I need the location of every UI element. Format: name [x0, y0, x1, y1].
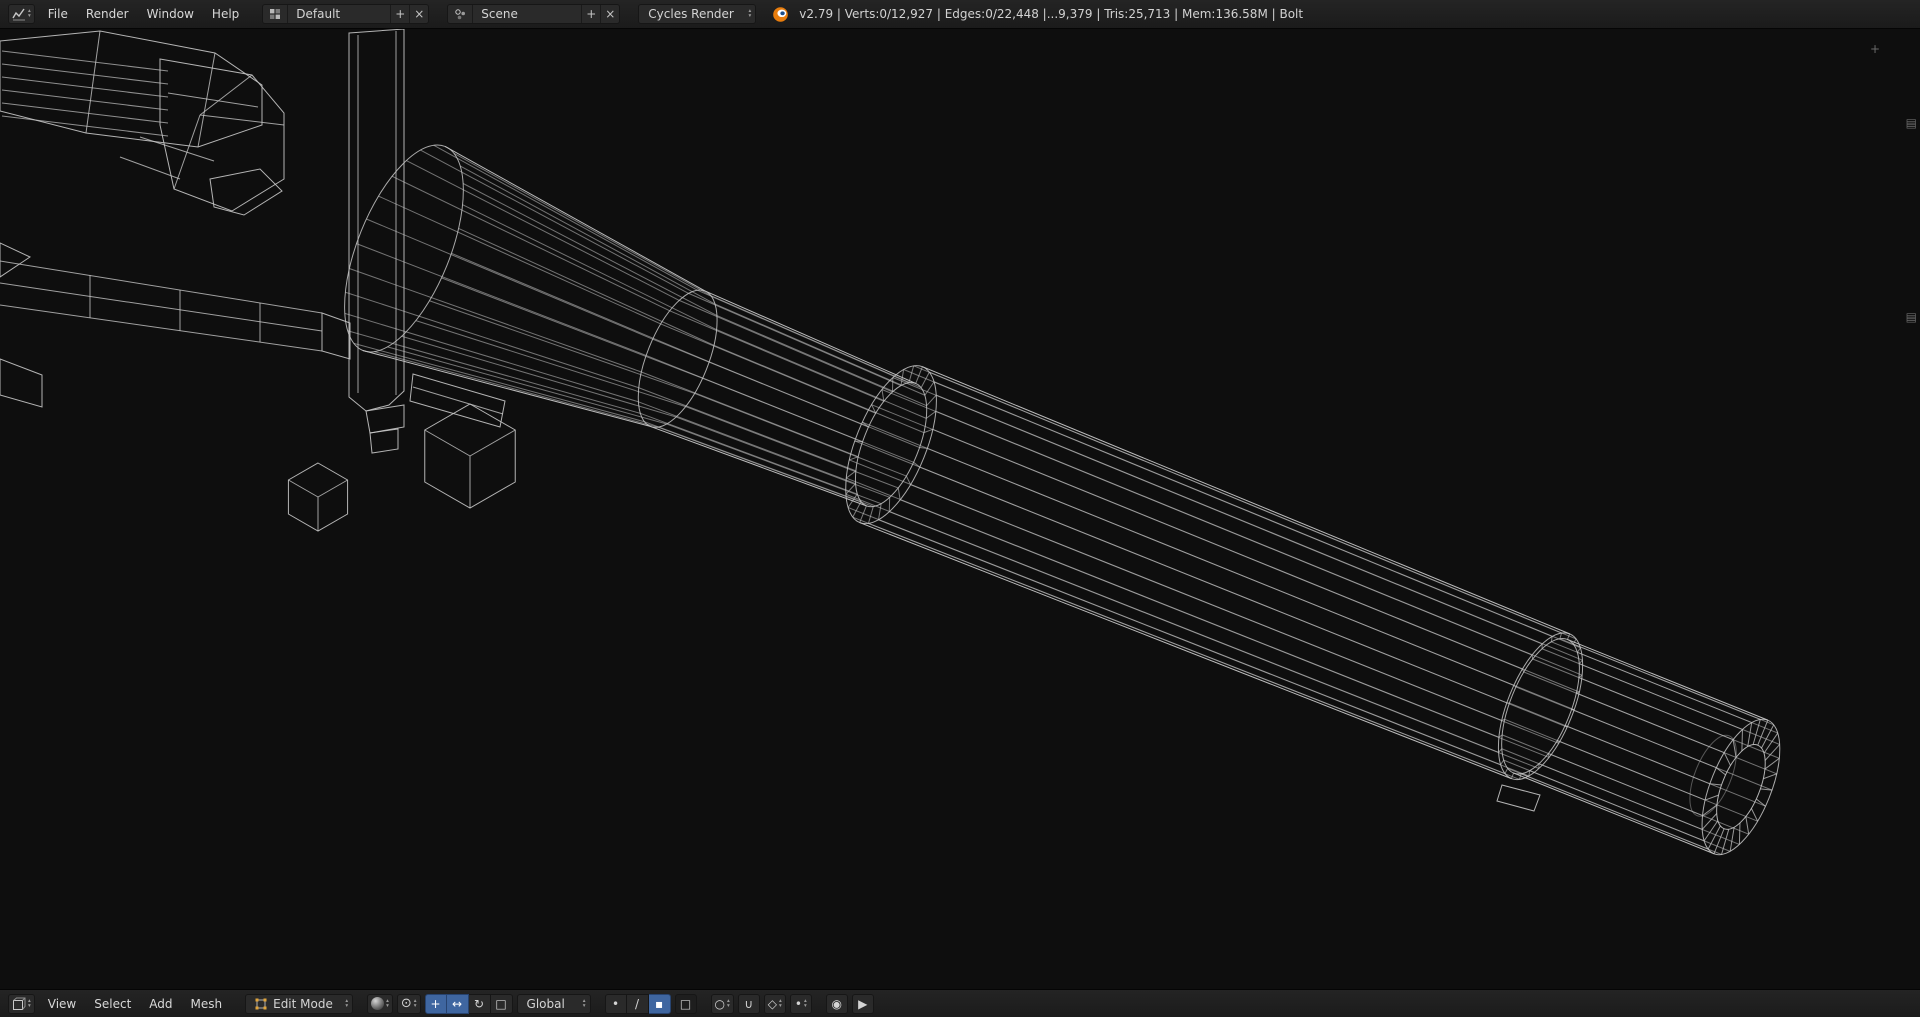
mode-value: Edit Mode	[273, 996, 333, 1011]
transform-orientation-select[interactable]: Global	[516, 993, 591, 1014]
delete-screen-layout-button[interactable]: ×	[409, 5, 428, 23]
render-anim-icon: ▶	[858, 996, 868, 1011]
viewport-3d[interactable]: + ▤ ▤	[0, 29, 1920, 989]
pivot-icon: ⊙	[400, 996, 412, 1011]
mode-stepper	[345, 999, 348, 1009]
render-engine-value: Cycles Render	[648, 7, 734, 21]
face-icon: ▪	[654, 996, 664, 1011]
screen-layout-browse-button[interactable]	[263, 5, 289, 23]
info-header: File Render Window Help Default + ×	[0, 0, 1920, 29]
view3d-editor-icon	[13, 997, 26, 1010]
edge-select-button[interactable]: /	[626, 993, 649, 1014]
shading-stepper	[386, 999, 389, 1009]
snap-element-icon: ◇	[767, 996, 778, 1011]
scene-statistics: v2.79 | Verts:0/12,927 | Edges:0/22,448 …	[799, 7, 1304, 21]
scene-browse-button[interactable]	[448, 5, 474, 23]
face-select-button[interactable]: ▪	[648, 993, 671, 1014]
scene-name[interactable]: Scene	[473, 5, 581, 23]
translate-manipulator-button[interactable]: ↔	[446, 993, 469, 1014]
hand-icon: +	[430, 996, 441, 1011]
magnet-icon: ∪	[744, 996, 754, 1011]
blender-window: File Render Window Help Default + ×	[0, 0, 1920, 1017]
properties-region-tab-icon[interactable]: ▤	[1906, 117, 1917, 129]
menu-view[interactable]: View	[39, 995, 85, 1013]
snap-element-stepper	[779, 999, 782, 1009]
limit-selection-visible-button[interactable]: □	[674, 993, 697, 1014]
wireframe-mesh	[0, 29, 1781, 856]
add-screen-layout-button[interactable]: +	[390, 5, 409, 23]
scale-icon: □	[495, 996, 507, 1011]
snap-target-button[interactable]: •	[789, 993, 812, 1014]
menu-mesh[interactable]: Mesh	[182, 995, 232, 1013]
viewport-shading-button[interactable]	[367, 993, 393, 1014]
editor-type-button[interactable]	[8, 4, 35, 24]
proportional-icon: ○	[714, 996, 726, 1011]
vertex-icon: •	[612, 996, 620, 1011]
info-editor-icon	[12, 8, 25, 21]
menu-window[interactable]: Window	[138, 5, 203, 23]
proportional-stepper	[727, 999, 730, 1009]
delete-scene-button[interactable]: ×	[600, 5, 619, 23]
occlude-icon: □	[679, 996, 692, 1011]
pivot-stepper	[414, 999, 417, 1009]
menu-file[interactable]: File	[39, 5, 77, 23]
editor-type-stepper	[28, 999, 31, 1009]
collapsed-panel-icon[interactable]: ▤	[1906, 311, 1917, 323]
scene-selector: Scene + ×	[447, 4, 621, 24]
snap-toggle-button[interactable]: ∪	[737, 993, 760, 1014]
manipulator-group: + ↔ ↻ □	[424, 993, 513, 1014]
edit-mode-icon	[255, 998, 267, 1009]
editor-type-button-3dview[interactable]	[8, 993, 35, 1014]
screen-layout-selector: Default + ×	[262, 4, 430, 24]
view3d-menubar: View Select Add Mesh	[39, 995, 231, 1013]
pivot-point-button[interactable]: ⊙	[396, 993, 421, 1014]
scale-manipulator-button[interactable]: □	[490, 993, 513, 1014]
mode-select[interactable]: Edit Mode	[245, 993, 354, 1014]
screen-layout-name[interactable]: Default	[288, 5, 390, 23]
opengl-render-anim-button[interactable]: ▶	[851, 993, 874, 1014]
menu-select[interactable]: Select	[85, 995, 140, 1013]
orientation-value: Global	[526, 996, 565, 1011]
menu-add[interactable]: Add	[140, 995, 181, 1013]
blender-logo-icon	[773, 6, 789, 22]
manipulator-toggle-button[interactable]: +	[424, 993, 447, 1014]
render-still-icon: ◉	[831, 996, 843, 1011]
render-engine-stepper	[749, 9, 752, 19]
menu-render[interactable]: Render	[77, 5, 138, 23]
rotate-icon: ↻	[474, 996, 485, 1011]
snap-target-stepper	[804, 999, 807, 1009]
view3d-header: View Select Add Mesh Edit Mode	[0, 989, 1920, 1017]
snap-element-button[interactable]: ◇	[763, 993, 786, 1014]
translate-icon: ↔	[452, 996, 463, 1011]
screen-layout-icon	[270, 9, 281, 19]
select-mode-group: • / ▪	[604, 993, 671, 1014]
add-scene-button[interactable]: +	[581, 5, 600, 23]
info-menubar: File Render Window Help	[39, 5, 249, 23]
snap-target-icon: •	[794, 996, 802, 1011]
scene-icon	[455, 8, 465, 19]
edge-icon: /	[635, 996, 640, 1011]
menu-help[interactable]: Help	[203, 5, 248, 23]
vertex-select-button[interactable]: •	[604, 993, 627, 1014]
shading-sphere-icon	[371, 997, 385, 1010]
rotate-manipulator-button[interactable]: ↻	[468, 993, 491, 1014]
opengl-render-still-button[interactable]: ◉	[825, 993, 848, 1014]
render-engine-select[interactable]: Cycles Render	[638, 4, 757, 24]
expand-region-icon[interactable]: +	[1870, 43, 1880, 55]
proportional-edit-button[interactable]: ○	[710, 993, 734, 1014]
editor-type-stepper	[28, 9, 31, 19]
orientation-stepper	[583, 999, 586, 1009]
